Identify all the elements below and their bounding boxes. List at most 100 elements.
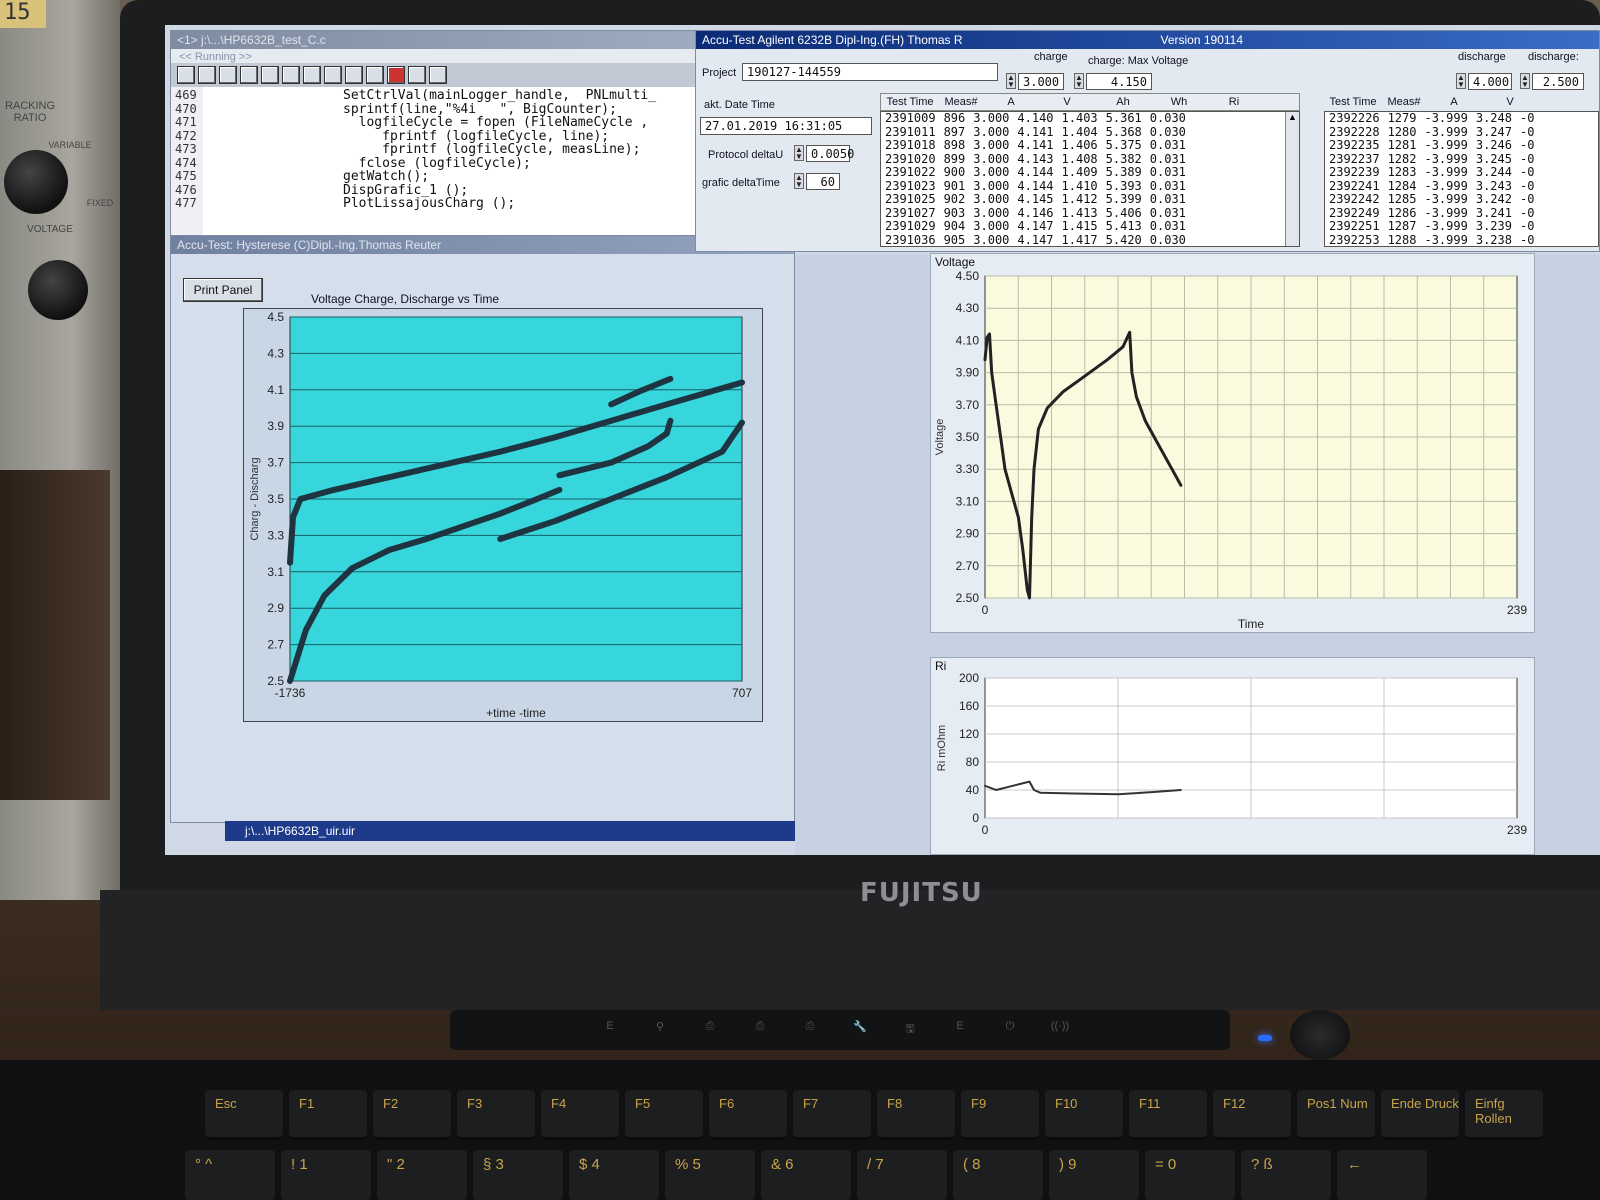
table-row[interactable]: 2391036 905 3.000 4.147 1.417 5.420 0.030	[881, 233, 1190, 246]
taskbar-item-uir[interactable]: j:\...\HP6632B_uir.uir	[225, 821, 805, 841]
project-field[interactable]: 190127-144559	[742, 63, 998, 81]
key[interactable]: § 3	[473, 1150, 563, 1200]
table-row[interactable]: 2392237 1282 -3.999 3.245 -0	[1325, 152, 1538, 167]
media-key[interactable]: ⎙	[790, 1020, 830, 1038]
toolbar-save-icon[interactable]	[198, 66, 216, 84]
key[interactable]: Pos1 Num	[1297, 1090, 1375, 1140]
key[interactable]: ! 1	[281, 1150, 371, 1200]
toolbar-break-icon[interactable]	[366, 66, 384, 84]
column-header[interactable]: Meas#	[939, 96, 983, 108]
table-row[interactable]: 2392226 1279 -3.999 3.248 -0	[1325, 112, 1538, 126]
key[interactable]: ° ^	[185, 1150, 275, 1200]
key[interactable]: F4	[541, 1090, 619, 1140]
media-key[interactable]: E	[590, 1020, 630, 1038]
media-key[interactable]: ⎙	[690, 1020, 730, 1038]
key[interactable]: ( 8	[953, 1150, 1043, 1200]
discharge-min-field[interactable]: 2.500	[1532, 73, 1584, 90]
column-header[interactable]: A	[1426, 96, 1482, 108]
key[interactable]: F1	[289, 1090, 367, 1140]
key[interactable]: Ende Druck	[1381, 1090, 1459, 1140]
media-key[interactable]: ⏻	[990, 1020, 1030, 1038]
key[interactable]: % 5	[665, 1150, 755, 1200]
toolbar-run-icon[interactable]	[303, 66, 321, 84]
key[interactable]: ←	[1337, 1150, 1427, 1200]
column-header[interactable]: Wh	[1151, 96, 1207, 108]
key[interactable]: / 7	[857, 1150, 947, 1200]
key[interactable]: F5	[625, 1090, 703, 1140]
key[interactable]: F10	[1045, 1090, 1123, 1140]
table-row[interactable]: 2391027 903 3.000 4.146 1.413 5.406 0.031	[881, 206, 1190, 221]
discharge-min-spinner[interactable]: ▲ ▼	[1520, 73, 1530, 89]
key[interactable]: ) 9	[1049, 1150, 1139, 1200]
charge-max-spinner[interactable]: ▲ ▼	[1074, 73, 1084, 89]
table-row[interactable]: 2392239 1283 -3.999 3.244 -0	[1325, 165, 1538, 180]
key[interactable]: ? ß	[1241, 1150, 1331, 1200]
column-header[interactable]: Test Time	[1324, 96, 1382, 108]
table-row[interactable]: 2392241 1284 -3.999 3.243 -0	[1325, 179, 1538, 194]
charge-scrollbar[interactable]: ▲	[1285, 112, 1299, 246]
key[interactable]: " 2	[377, 1150, 467, 1200]
grafic-delta-spinner[interactable]: ▲ ▼	[794, 173, 804, 189]
column-header[interactable]: A	[983, 96, 1039, 108]
discharge-field[interactable]: 4.000	[1468, 73, 1512, 90]
key[interactable]: F8	[877, 1090, 955, 1140]
toolbar-watch-icon[interactable]	[408, 66, 426, 84]
key[interactable]: F3	[457, 1090, 535, 1140]
charge-max-field[interactable]: 4.150	[1086, 73, 1152, 90]
charge-table-body[interactable]: 2391009 896 3.000 4.140 1.403 5.361 0.030 23910…	[880, 111, 1300, 247]
table-row[interactable]: 2392251 1287 -3.999 3.239 -0	[1325, 219, 1538, 234]
key[interactable]: F9	[961, 1090, 1039, 1140]
key[interactable]: $ 4	[569, 1150, 659, 1200]
toolbar-cut-icon[interactable]	[219, 66, 237, 84]
media-key[interactable]: 🖫	[890, 1020, 930, 1038]
charge-spinner[interactable]: ▲ ▼	[1006, 73, 1016, 89]
toolbar-find-icon[interactable]	[282, 66, 300, 84]
protocol-delta-field[interactable]: 0.0050	[806, 145, 854, 162]
table-row[interactable]: 2392253 1288 -3.999 3.238 -0	[1325, 233, 1538, 246]
print-panel-button[interactable]: Print Panel	[183, 278, 263, 302]
toolbar-stop-icon[interactable]	[387, 66, 405, 84]
main-titlebar[interactable]: Accu-Test Agilent 6232B Dipl-Ing.(FH) Th…	[696, 31, 1599, 49]
toolbar-bookmark-icon[interactable]	[429, 66, 447, 84]
table-row[interactable]: 2391023 901 3.000 4.144 1.410 5.393 0.031	[881, 179, 1190, 194]
table-row[interactable]: 2392228 1280 -3.999 3.247 -0	[1325, 125, 1538, 140]
scroll-up-icon[interactable]: ▲	[1286, 112, 1299, 122]
media-key[interactable]: ⎙	[740, 1020, 780, 1038]
media-key[interactable]: 🔧	[840, 1020, 880, 1038]
media-key[interactable]: E	[940, 1020, 980, 1038]
table-row[interactable]: 2391018 898 3.000 4.141 1.406 5.375 0.031	[881, 138, 1190, 153]
toolbar-paste-icon[interactable]	[261, 66, 279, 84]
key[interactable]: Esc	[205, 1090, 283, 1140]
key[interactable]: F12	[1213, 1090, 1291, 1140]
charge-field[interactable]: 3.000	[1018, 73, 1064, 90]
protocol-delta-spinner[interactable]: ▲ ▼	[794, 145, 804, 161]
key[interactable]: F7	[793, 1090, 871, 1140]
toolbar-open-icon[interactable]	[177, 66, 195, 84]
key[interactable]: F11	[1129, 1090, 1207, 1140]
toolbar-step-icon[interactable]	[324, 66, 342, 84]
table-row[interactable]: 2392235 1281 -3.999 3.246 -0	[1325, 138, 1538, 153]
table-row[interactable]: 2392249 1286 -3.999 3.241 -0	[1325, 206, 1538, 221]
table-row[interactable]: 2391022 900 3.000 4.144 1.409 5.389 0.031	[881, 165, 1190, 180]
column-header[interactable]: Ri	[1207, 96, 1261, 108]
key[interactable]: & 6	[761, 1150, 851, 1200]
table-row[interactable]: 2392242 1285 -3.999 3.242 -0	[1325, 192, 1538, 207]
power-button[interactable]	[1290, 1010, 1350, 1060]
table-row[interactable]: 2391025 902 3.000 4.145 1.412 5.399 0.031	[881, 192, 1190, 207]
key[interactable]: = 0	[1145, 1150, 1235, 1200]
column-header[interactable]: V	[1039, 96, 1095, 108]
column-header[interactable]: V	[1482, 96, 1538, 108]
column-header[interactable]: Test Time	[881, 96, 939, 108]
table-row[interactable]: 2391029 904 3.000 4.147 1.415 5.413 0.031	[881, 219, 1190, 234]
media-key[interactable]: ((·))	[1040, 1020, 1080, 1038]
key[interactable]: F2	[373, 1090, 451, 1140]
key[interactable]: Einfg Rollen	[1465, 1090, 1543, 1140]
table-row[interactable]: 2391011 897 3.000 4.141 1.404 5.368 0.030	[881, 125, 1190, 140]
discharge-spinner[interactable]: ▲ ▼	[1456, 73, 1466, 89]
column-header[interactable]: Ah	[1095, 96, 1151, 108]
toolbar-copy-icon[interactable]	[240, 66, 258, 84]
toolbar-step-over-icon[interactable]	[345, 66, 363, 84]
table-row[interactable]: 2391009 896 3.000 4.140 1.403 5.361 0.030	[881, 112, 1190, 126]
key[interactable]: F6	[709, 1090, 787, 1140]
media-key[interactable]: ⚲	[640, 1020, 680, 1038]
